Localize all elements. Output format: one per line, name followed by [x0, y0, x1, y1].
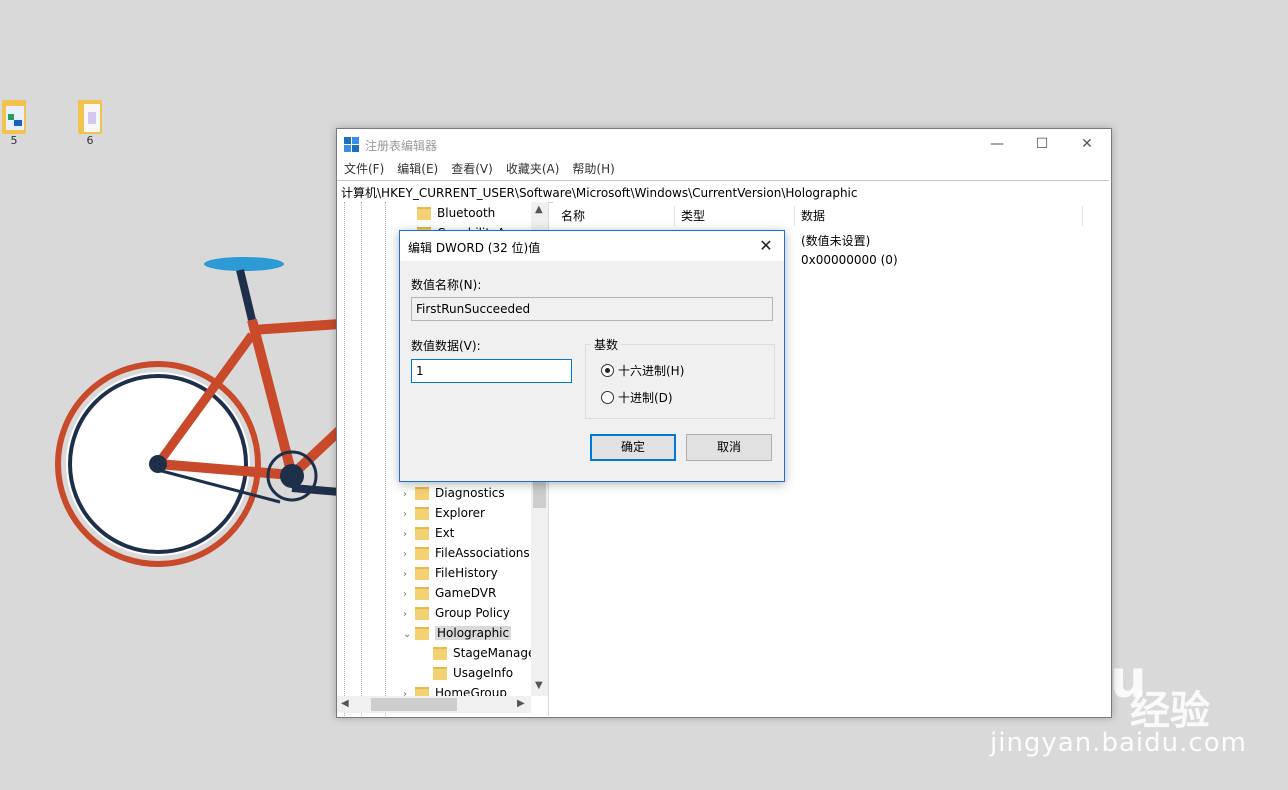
chevron-right-icon[interactable]: ›	[403, 605, 413, 625]
tree-guide-line	[361, 202, 362, 716]
chevron-right-icon[interactable]: ›	[403, 565, 413, 585]
tree-guide-line	[344, 202, 345, 716]
folder-icon	[433, 667, 447, 680]
close-button[interactable]: ✕	[1064, 129, 1110, 159]
tree-item-ext[interactable]: › Ext	[403, 523, 454, 543]
folder-icon	[415, 587, 429, 600]
value-name-label: 数值名称(N):	[411, 278, 482, 292]
folder-icon	[415, 507, 429, 520]
tree-item-stagemanage[interactable]: StageManage	[433, 643, 535, 663]
value-row-data[interactable]: (数值未设置)	[801, 232, 870, 249]
chevron-right-icon[interactable]: ›	[403, 505, 413, 525]
column-header-name[interactable]: 名称	[555, 206, 675, 226]
tree-item-filehistory[interactable]: › FileHistory	[403, 563, 498, 583]
value-name-field[interactable]: FirstRunSucceeded	[411, 297, 773, 321]
title-bar[interactable]: 注册表编辑器 — ☐ ✕	[337, 129, 1111, 159]
chevron-right-icon[interactable]: ›	[403, 585, 413, 605]
base-groupbox	[585, 344, 775, 419]
dialog-title-bar[interactable]: 编辑 DWORD (32 位)值 ✕	[400, 231, 784, 261]
tree-item-holographic[interactable]: ⌄ Holographic	[403, 623, 512, 645]
desktop-icon-5[interactable]: 5	[0, 98, 34, 147]
base-group-label: 基数	[591, 336, 622, 353]
chevron-right-icon[interactable]: ›	[403, 485, 413, 505]
scroll-up-icon[interactable]: ▲	[535, 204, 543, 215]
folder-icon	[415, 487, 429, 500]
folder-icon	[76, 98, 104, 134]
desktop-icon-6[interactable]: 6	[70, 98, 110, 147]
edit-dword-dialog: 编辑 DWORD (32 位)值 ✕ 数值名称(N): FirstRunSucc…	[399, 230, 785, 482]
regedit-app-icon	[344, 137, 359, 152]
radio-unselected-icon	[601, 391, 614, 404]
folder-icon	[415, 567, 429, 580]
scroll-down-icon[interactable]: ▼	[535, 680, 543, 691]
scroll-left-icon[interactable]: ◀	[341, 698, 349, 709]
ok-button[interactable]: 确定	[590, 434, 676, 461]
tree-guide-line	[385, 202, 386, 716]
dialog-title: 编辑 DWORD (32 位)值	[408, 241, 541, 255]
folder-icon	[415, 527, 429, 540]
radio-selected-icon	[601, 364, 614, 377]
radio-hexadecimal[interactable]: 十六进制(H)	[601, 363, 684, 379]
folder-icon	[415, 547, 429, 560]
value-data-label: 数值数据(V):	[411, 339, 481, 353]
menu-favorites[interactable]: 收藏夹(A)	[506, 159, 560, 179]
tree-item-gamedvr[interactable]: › GameDVR	[403, 583, 496, 603]
tree-item-explorer[interactable]: › Explorer	[403, 503, 485, 523]
tree-item-diagnostics[interactable]: › Diagnostics	[403, 483, 505, 503]
menu-file[interactable]: 文件(F)	[344, 159, 384, 179]
chevron-right-icon[interactable]: ›	[403, 545, 413, 565]
chevron-down-icon[interactable]: ⌄	[403, 625, 413, 645]
cancel-button[interactable]: 取消	[686, 434, 772, 461]
scroll-right-icon[interactable]: ▶	[517, 698, 525, 709]
chevron-right-icon[interactable]: ›	[403, 525, 413, 545]
menu-view[interactable]: 查看(V)	[451, 159, 493, 179]
tree-item-grouppolicy[interactable]: › Group Policy	[403, 603, 510, 623]
address-path: 计算机\HKEY_CURRENT_USER\Software\Microsoft…	[341, 186, 858, 200]
maximize-button[interactable]: ☐	[1019, 129, 1065, 159]
menu-bar: 文件(F) 编辑(E) 查看(V) 收藏夹(A) 帮助(H)	[337, 159, 1111, 179]
scrollbar-thumb[interactable]	[371, 698, 457, 711]
address-bar[interactable]: 计算机\HKEY_CURRENT_USER\Software\Microsoft…	[337, 180, 1109, 203]
scrollbar-thumb[interactable]	[533, 482, 546, 508]
column-header-data[interactable]: 数据	[795, 206, 1083, 226]
tree-item-fileassociations[interactable]: › FileAssociations	[403, 543, 530, 563]
value-row-data[interactable]: 0x00000000 (0)	[801, 253, 898, 267]
watermark-url: jingyan.baidu.com	[990, 728, 1247, 758]
menu-help[interactable]: 帮助(H)	[572, 159, 614, 179]
bicycle-wallpaper-image	[55, 257, 340, 567]
folder-icon	[415, 627, 429, 640]
minimize-button[interactable]: —	[974, 129, 1020, 159]
tree-horizontal-scrollbar[interactable]: ◀ ▶	[337, 696, 531, 713]
folder-icon	[0, 98, 28, 134]
radio-decimal[interactable]: 十进制(D)	[601, 390, 673, 406]
folder-icon	[417, 207, 431, 220]
folder-icon	[433, 647, 447, 660]
value-data-input[interactable]: 1	[411, 359, 572, 383]
folder-icon	[415, 607, 429, 620]
tree-item-usageinfo[interactable]: UsageInfo	[433, 663, 513, 683]
window-title: 注册表编辑器	[365, 139, 438, 153]
menu-edit[interactable]: 编辑(E)	[397, 159, 438, 179]
close-icon[interactable]: ✕	[752, 231, 780, 261]
column-header-type[interactable]: 类型	[675, 206, 795, 226]
tree-item-bluetooth[interactable]: Bluetooth	[417, 203, 495, 223]
